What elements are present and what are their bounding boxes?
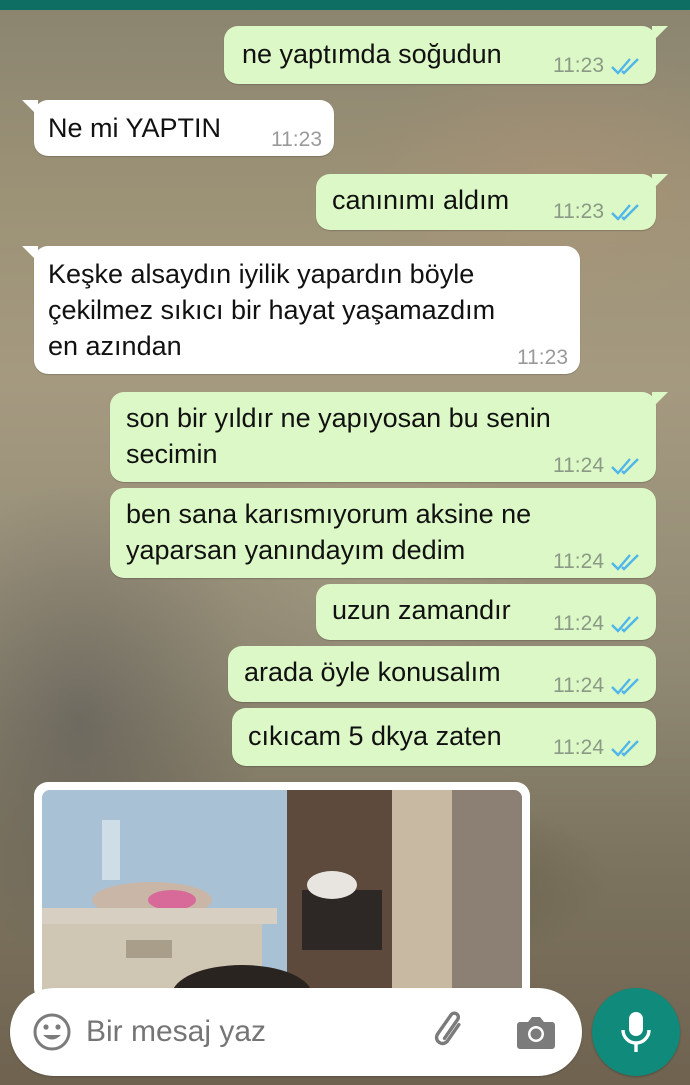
message-bubble-incoming[interactable]: Ne mi YAPTIN 11:23 xyxy=(22,100,334,158)
message-time: 11:23 xyxy=(553,200,604,223)
message-time: 11:23 xyxy=(271,128,322,151)
message-meta: 11:24 xyxy=(553,730,642,766)
photo-thumbnail[interactable] xyxy=(42,790,522,1002)
message-time: 11:24 xyxy=(553,454,604,477)
read-ticks-icon xyxy=(611,58,639,75)
message-meta: 11:23 xyxy=(271,122,322,158)
message-composer xyxy=(10,988,582,1076)
read-ticks-icon xyxy=(611,458,639,475)
message-text: arada öyle konusalım xyxy=(244,657,501,687)
message-meta: 11:24 xyxy=(553,448,642,484)
message-text: Ne mi YAPTIN xyxy=(48,113,222,143)
message-bubble-incoming[interactable]: Keşke alsaydın iyilik yapardın böyle çek… xyxy=(22,246,580,376)
read-ticks-icon xyxy=(611,204,639,221)
message-text: Keşke alsaydın iyilik yapardın böyle çek… xyxy=(48,259,496,361)
message-time: 11:23 xyxy=(517,346,568,369)
message-meta: 11:23 xyxy=(517,340,568,376)
message-bubble-outgoing[interactable]: cıkıcam 5 dkya zaten 11:24 xyxy=(232,708,656,766)
voice-record-button[interactable] xyxy=(592,988,680,1076)
mic-icon xyxy=(621,1012,651,1052)
message-time: 11:24 xyxy=(553,612,604,635)
room-photo-icon xyxy=(42,790,522,1002)
message-bubble-outgoing[interactable]: canınımı aldım 11:23 xyxy=(316,174,668,230)
read-ticks-icon xyxy=(611,740,639,757)
read-ticks-icon xyxy=(611,554,639,571)
message-text: canınımı aldım xyxy=(332,185,510,215)
message-bubble-outgoing[interactable]: ben sana karısmıyorum aksine ne yaparsan… xyxy=(110,488,656,578)
message-bubble-photo[interactable] xyxy=(34,782,530,1002)
message-meta: 11:24 xyxy=(553,544,642,580)
message-bubble-outgoing[interactable]: son bir yıldır ne yapıyosan bu senin sec… xyxy=(110,392,668,484)
message-meta: 11:24 xyxy=(553,668,642,704)
message-text: uzun zamandır xyxy=(332,595,511,625)
read-ticks-icon xyxy=(611,678,639,695)
message-text: cıkıcam 5 dkya zaten xyxy=(248,721,502,751)
message-meta: 11:23 xyxy=(553,48,642,84)
message-meta: 11:24 xyxy=(553,606,642,642)
message-text: ben sana karısmıyorum aksine ne yaparsan… xyxy=(126,499,532,565)
message-time: 11:23 xyxy=(553,54,604,77)
emoji-icon[interactable] xyxy=(32,1012,72,1052)
message-bubble-outgoing[interactable]: ne yaptımda soğudun 11:23 xyxy=(224,26,668,84)
message-time: 11:24 xyxy=(553,550,604,573)
message-text: ne yaptımda soğudun xyxy=(242,39,502,69)
message-input[interactable] xyxy=(86,1008,386,1056)
app-header-edge xyxy=(0,0,690,10)
attach-icon[interactable] xyxy=(430,1010,474,1054)
read-ticks-icon xyxy=(611,616,639,633)
message-bubble-outgoing[interactable]: arada öyle konusalım 11:24 xyxy=(228,646,656,702)
message-meta: 11:23 xyxy=(553,194,642,230)
message-bubble-outgoing[interactable]: uzun zamandır 11:24 xyxy=(316,584,656,640)
camera-icon[interactable] xyxy=(514,1012,558,1052)
message-time: 11:24 xyxy=(553,674,604,697)
message-text: son bir yıldır ne yapıyosan bu senin sec… xyxy=(126,403,551,469)
message-time: 11:24 xyxy=(553,736,604,759)
